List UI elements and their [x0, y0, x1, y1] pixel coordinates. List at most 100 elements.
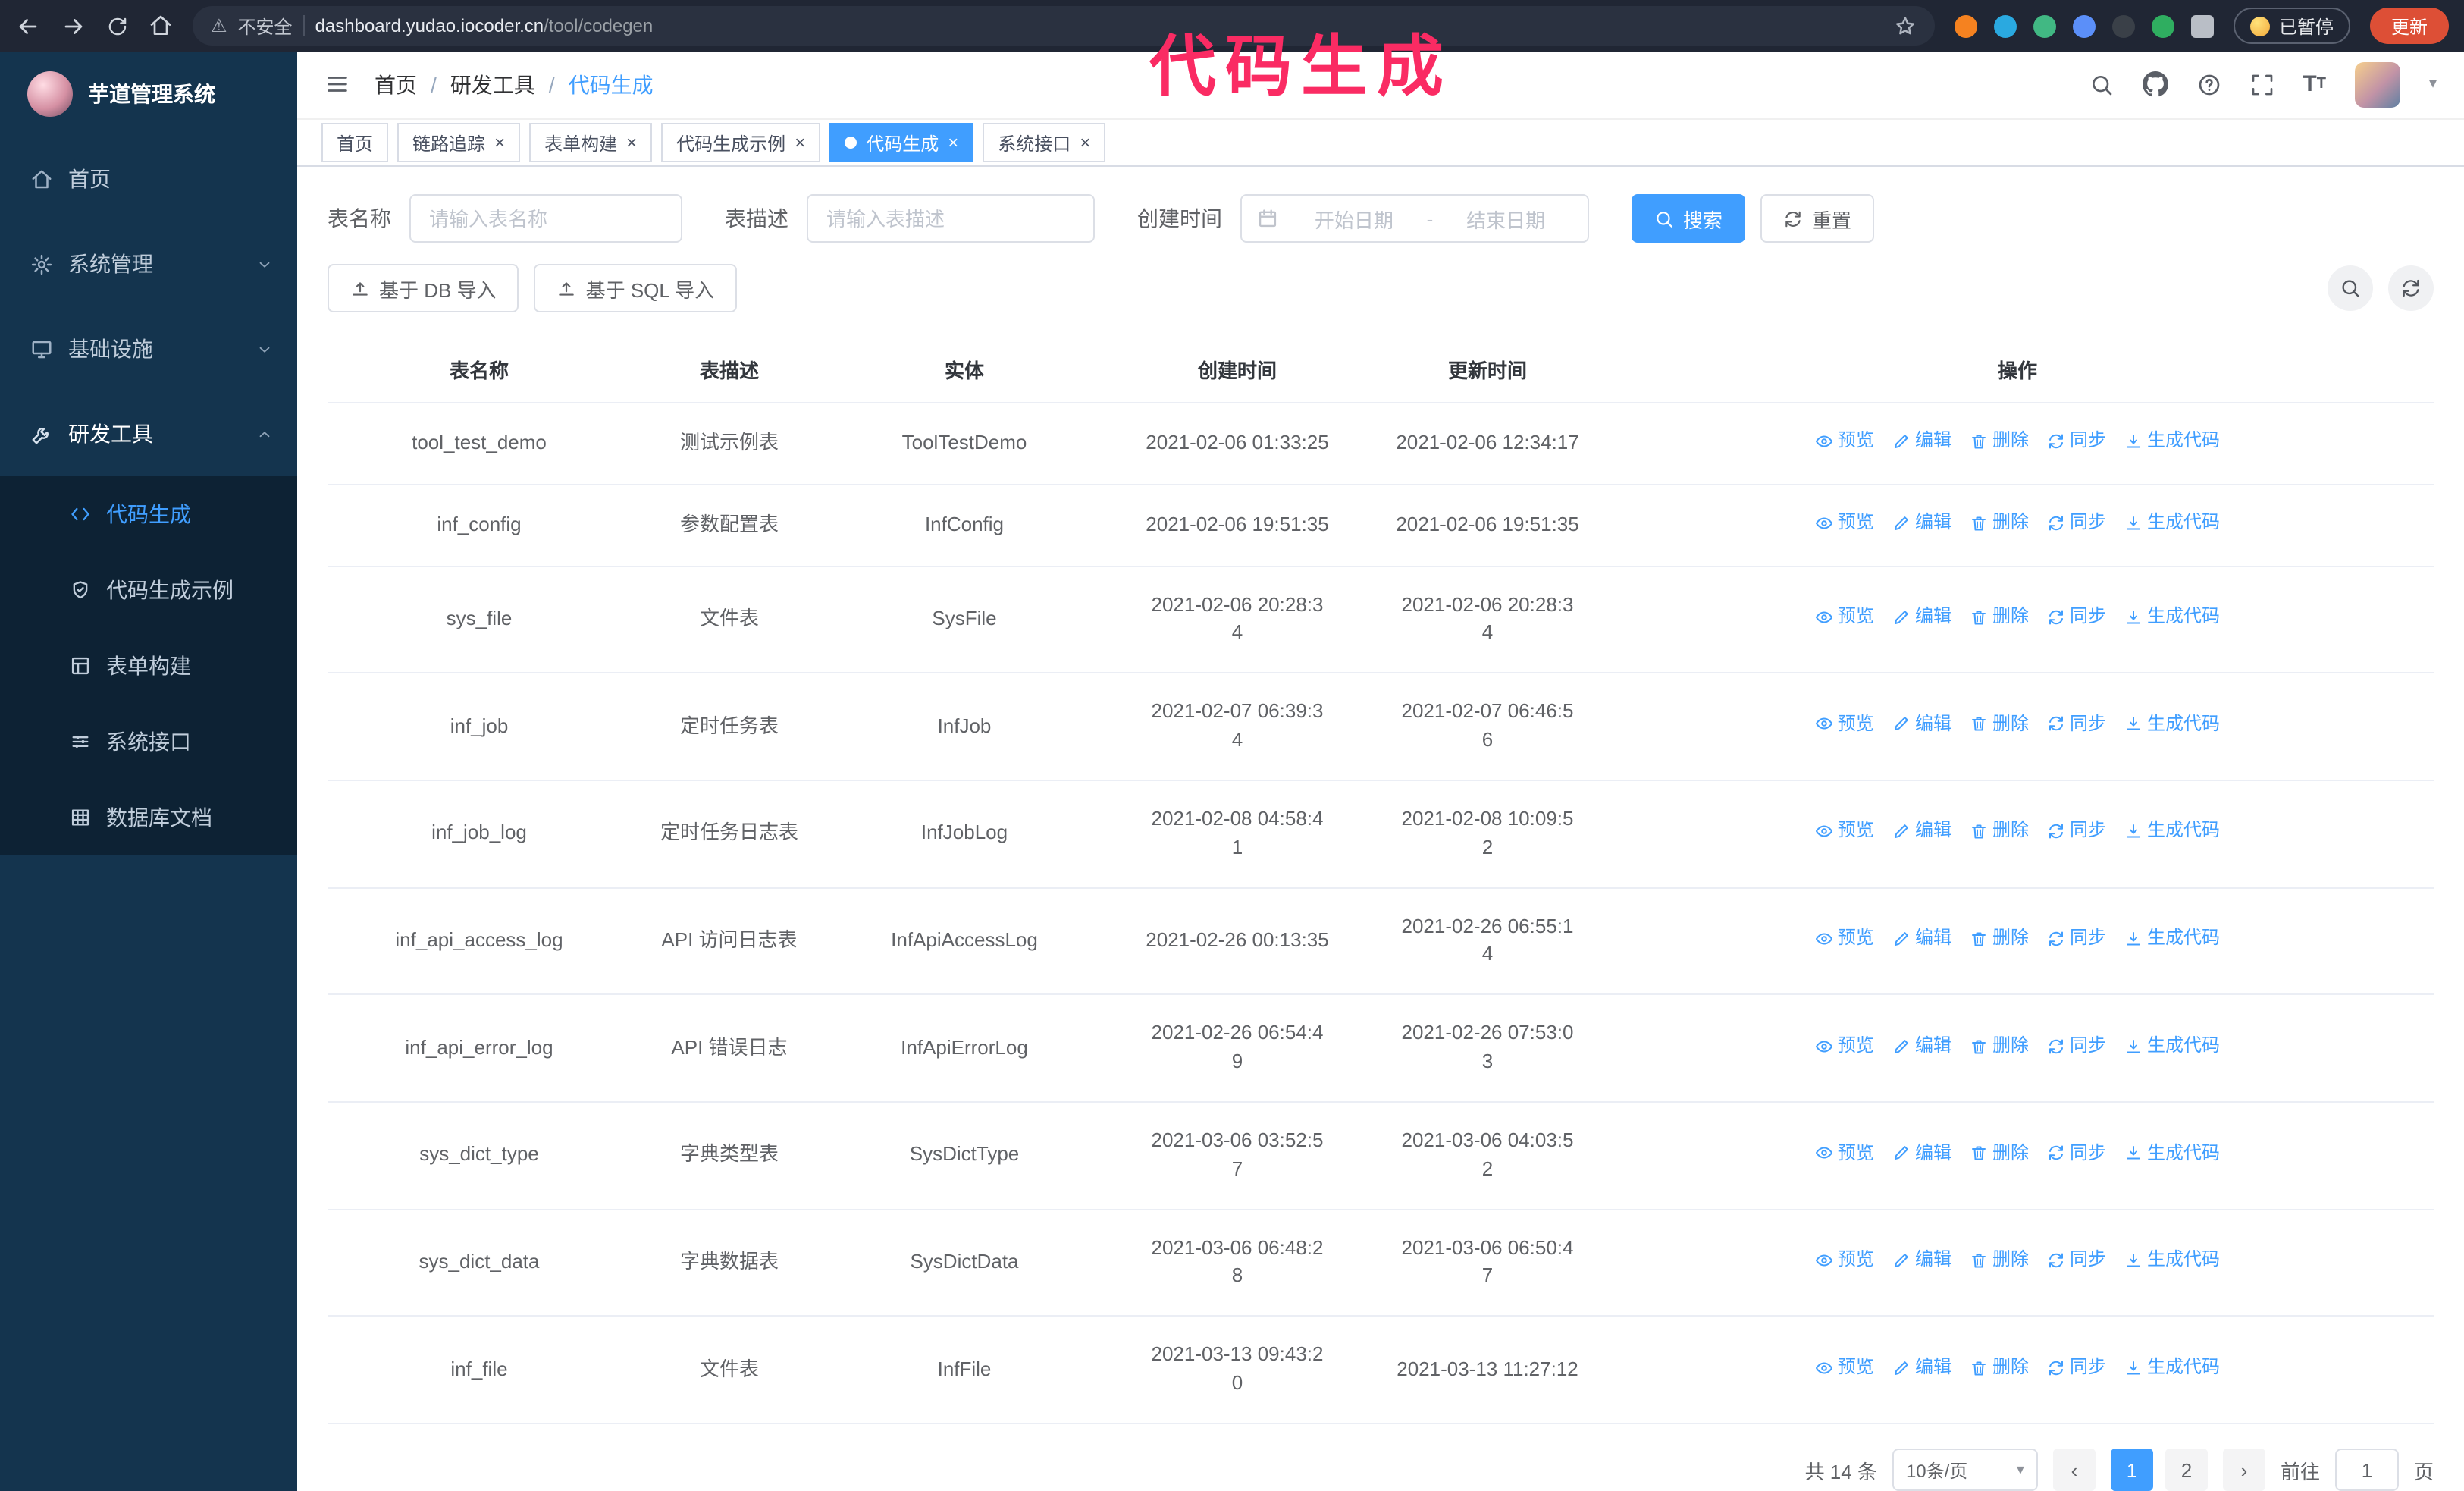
browser-home-button[interactable]	[149, 14, 173, 38]
edit-link[interactable]: 编辑	[1892, 1247, 1951, 1273]
sync-link[interactable]: 同步	[2047, 1354, 2106, 1381]
preview-link[interactable]: 预览	[1815, 1354, 1874, 1381]
tab-home[interactable]: 首页	[321, 123, 389, 163]
tab-close-icon[interactable]: ×	[948, 133, 958, 152]
generate-link[interactable]: 生成代码	[2124, 1140, 2220, 1166]
edit-link[interactable]: 编辑	[1892, 818, 1951, 845]
paused-badge[interactable]: 已暂停	[2233, 8, 2350, 44]
tab-trace[interactable]: 链路追踪 ×	[397, 123, 521, 163]
edit-link[interactable]: 编辑	[1892, 1033, 1951, 1059]
generate-link[interactable]: 生成代码	[2124, 1247, 2220, 1273]
preview-link[interactable]: 预览	[1815, 1247, 1874, 1273]
sidebar-item-db-doc[interactable]: 数据库文档	[0, 780, 297, 855]
edit-link[interactable]: 编辑	[1892, 428, 1951, 455]
preview-link[interactable]: 预览	[1815, 1033, 1874, 1059]
preview-link[interactable]: 预览	[1815, 711, 1874, 738]
github-icon[interactable]	[2142, 71, 2168, 98]
green-leaf-extension-icon[interactable]	[2151, 14, 2174, 37]
generate-link[interactable]: 生成代码	[2124, 510, 2220, 536]
page-button-1[interactable]: 1	[2110, 1449, 2153, 1491]
font-size-icon[interactable]: TT	[2303, 72, 2326, 98]
sync-link[interactable]: 同步	[2047, 711, 2106, 738]
sync-link[interactable]: 同步	[2047, 428, 2106, 455]
bookmark-star-icon[interactable]	[1894, 14, 1917, 37]
delete-link[interactable]: 删除	[1970, 1354, 2029, 1381]
user-avatar[interactable]	[2354, 61, 2400, 108]
edit-link[interactable]: 编辑	[1892, 711, 1951, 738]
edit-link[interactable]: 编辑	[1892, 925, 1951, 952]
preview-link[interactable]: 预览	[1815, 510, 1874, 536]
sync-link[interactable]: 同步	[2047, 1140, 2106, 1166]
generate-link[interactable]: 生成代码	[2124, 925, 2220, 952]
sidebar-item-codegen-example[interactable]: 代码生成示例	[0, 552, 297, 628]
sidebar-item-infra[interactable]: 基础设施	[0, 306, 297, 391]
tab-codegen-example[interactable]: 代码生成示例 ×	[661, 123, 821, 163]
generate-link[interactable]: 生成代码	[2124, 604, 2220, 630]
delete-link[interactable]: 删除	[1970, 711, 2029, 738]
edit-link[interactable]: 编辑	[1892, 1140, 1951, 1166]
preview-link[interactable]: 预览	[1815, 604, 1874, 630]
tab-system-api[interactable]: 系统接口 ×	[983, 123, 1106, 163]
preview-link[interactable]: 预览	[1815, 925, 1874, 952]
search-button[interactable]: 搜索	[1632, 194, 1746, 243]
edit-link[interactable]: 编辑	[1892, 1354, 1951, 1381]
generate-link[interactable]: 生成代码	[2124, 711, 2220, 738]
toggle-search-button[interactable]	[2328, 265, 2373, 312]
tab-close-icon[interactable]: ×	[494, 133, 505, 152]
tab-form-builder[interactable]: 表单构建 ×	[529, 123, 653, 163]
next-page-button[interactable]: ›	[2222, 1449, 2265, 1491]
refresh-table-button[interactable]	[2388, 265, 2434, 312]
sidebar-item-codegen[interactable]: 代码生成	[0, 476, 297, 552]
sync-link[interactable]: 同步	[2047, 818, 2106, 845]
vue-devtools-extension-icon[interactable]	[2033, 14, 2056, 37]
dark-extension-icon[interactable]	[2111, 14, 2135, 37]
reset-button[interactable]: 重置	[1760, 194, 1875, 243]
sidebar-collapse-icon[interactable]	[324, 72, 350, 98]
sync-link[interactable]: 同步	[2047, 925, 2106, 952]
search-icon[interactable]	[2089, 73, 2113, 97]
table-desc-input[interactable]	[807, 194, 1095, 243]
breadcrumb-item[interactable]: 研发工具	[450, 70, 535, 100]
blue-drop-extension-icon[interactable]	[1993, 14, 2017, 37]
generate-link[interactable]: 生成代码	[2124, 1033, 2220, 1059]
sidebar-item-form-builder[interactable]: 表单构建	[0, 628, 297, 704]
tab-close-icon[interactable]: ×	[626, 133, 637, 152]
tab-close-icon[interactable]: ×	[1080, 133, 1090, 152]
date-range-picker[interactable]: 开始日期 - 结束日期	[1240, 194, 1589, 243]
delete-link[interactable]: 删除	[1970, 1140, 2029, 1166]
address-bar[interactable]: ⚠ 不安全 dashboard.yudao.iocoder.cn/tool/co…	[193, 6, 1935, 46]
help-icon[interactable]	[2196, 73, 2221, 97]
preview-link[interactable]: 预览	[1815, 818, 1874, 845]
tab-codegen[interactable]: 代码生成 ×	[829, 123, 974, 163]
sync-link[interactable]: 同步	[2047, 510, 2106, 536]
edit-link[interactable]: 编辑	[1892, 604, 1951, 630]
generate-link[interactable]: 生成代码	[2124, 428, 2220, 455]
delete-link[interactable]: 删除	[1970, 604, 2029, 630]
preview-link[interactable]: 预览	[1815, 428, 1874, 455]
prev-page-button[interactable]: ‹	[2052, 1449, 2096, 1491]
puzzle-extension-icon[interactable]	[2190, 14, 2214, 37]
browser-update-button[interactable]: 更新	[2369, 8, 2449, 44]
tab-close-icon[interactable]: ×	[795, 133, 805, 152]
generate-link[interactable]: 生成代码	[2124, 1354, 2220, 1381]
browser-reload-button[interactable]	[106, 14, 129, 37]
sync-link[interactable]: 同步	[2047, 1033, 2106, 1059]
page-button-2[interactable]: 2	[2165, 1449, 2208, 1491]
import-db-button[interactable]: 基于 DB 导入	[328, 264, 519, 313]
sidebar-item-system-api[interactable]: 系统接口	[0, 704, 297, 780]
caret-down-icon[interactable]: ▾	[2429, 77, 2437, 93]
sync-link[interactable]: 同步	[2047, 604, 2106, 630]
breadcrumb-item[interactable]: 首页	[375, 70, 417, 100]
delete-link[interactable]: 删除	[1970, 1033, 2029, 1059]
goto-page-input[interactable]	[2334, 1449, 2399, 1491]
delete-link[interactable]: 删除	[1970, 818, 2029, 845]
edit-link[interactable]: 编辑	[1892, 510, 1951, 536]
sidebar-item-system[interactable]: 系统管理	[0, 221, 297, 306]
fullscreen-icon[interactable]	[2249, 73, 2274, 97]
generate-link[interactable]: 生成代码	[2124, 818, 2220, 845]
sidebar-logo[interactable]: 芋道管理系统	[0, 52, 297, 137]
sidebar-item-home[interactable]: 首页	[0, 137, 297, 221]
table-name-input[interactable]	[409, 194, 682, 243]
delete-link[interactable]: 删除	[1970, 510, 2029, 536]
sync-link[interactable]: 同步	[2047, 1247, 2106, 1273]
